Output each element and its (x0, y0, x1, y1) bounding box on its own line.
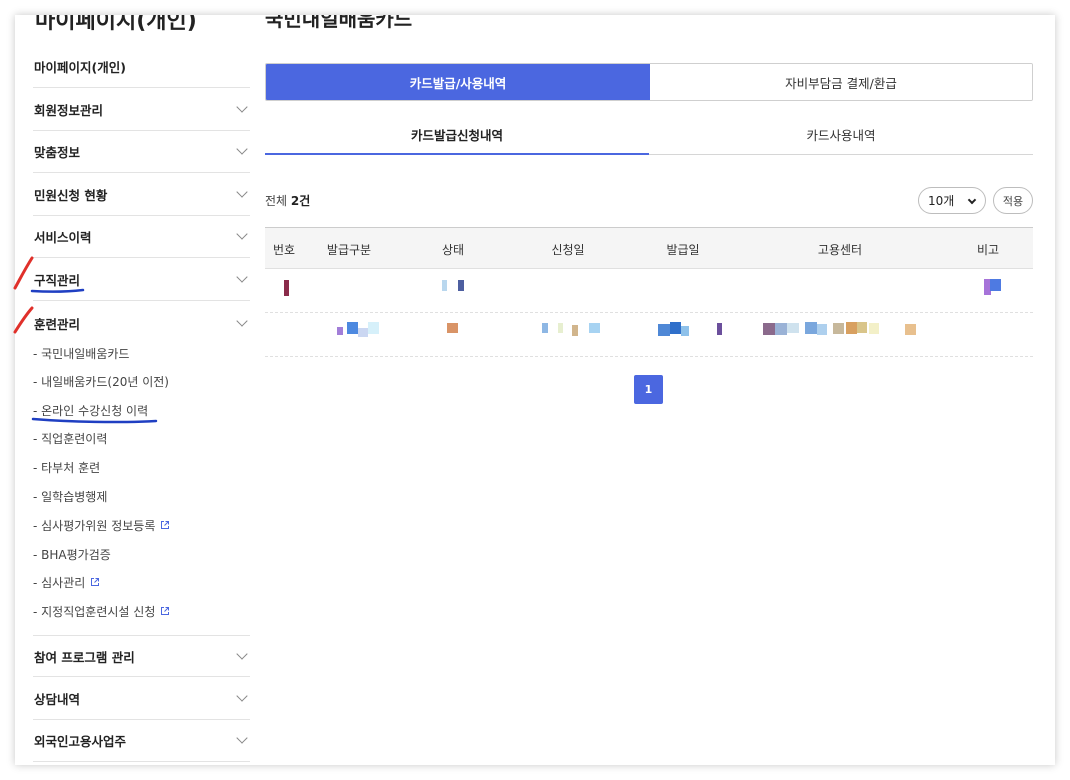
redacted-cell (681, 326, 689, 336)
redacted-cell (717, 323, 722, 335)
redacted-cell (833, 323, 844, 334)
annotation-red-stroke (13, 306, 34, 334)
submenu-item[interactable]: - 일학습병행제 (33, 486, 107, 506)
sidebar-item-custom-info[interactable]: 맞춤정보 (33, 131, 250, 173)
sidebar-item-label: 민원신청 현황 (34, 188, 108, 203)
chevron-down-icon (236, 186, 248, 198)
page-size-select[interactable]: 10개 (918, 187, 986, 214)
redacted-cell (775, 323, 787, 335)
submenu-item[interactable]: - 국민내일배움카드 (33, 343, 129, 363)
submenu-item[interactable]: - 지정직업훈련시설 신청 (33, 601, 170, 621)
subtab-card-usage[interactable]: 카드사용내역 (649, 115, 1033, 154)
redacted-cell (347, 322, 358, 334)
submenu-item[interactable]: - BHA평가검증 (33, 544, 111, 564)
sidebar-item-service-history[interactable]: 서비스이력 (33, 216, 250, 258)
submenu-item[interactable]: - 직업훈련이력 (33, 428, 107, 448)
apply-button[interactable]: 적용 (993, 187, 1033, 214)
tab-self-payment[interactable]: 자비부담금 결제/환급 (650, 64, 1032, 100)
redacted-cell (857, 322, 867, 333)
annotation-blue-underline (31, 417, 158, 424)
redacted-cell (589, 323, 600, 333)
sidebar-item-label: 훈련관리 (34, 316, 81, 332)
submenu-item[interactable]: - 심사평가위원 정보등록 (33, 515, 170, 535)
sidebar-item-label: 상담내역 (34, 692, 81, 707)
external-link-icon (161, 521, 170, 529)
redacted-cell (358, 328, 368, 337)
redacted-cell (787, 323, 799, 333)
redacted-cell (869, 323, 879, 334)
page-frame: 마이페이지(개인) 마이페이지(개인) 회원정보관리 맞춤정보 민원신청 현황 … (15, 15, 1055, 765)
chevron-down-icon (236, 101, 248, 113)
column-header: 비고 (976, 242, 1000, 257)
redacted-cell (284, 280, 289, 296)
main-tabs: 카드발급/사용내역 자비부담금 결제/환급 (265, 63, 1033, 101)
column-header: 발급일 (666, 242, 700, 257)
pagination-current-page[interactable]: 1 (634, 375, 663, 404)
chevron-down-icon (236, 690, 248, 702)
sidebar-item-label: 서비스이력 (34, 230, 92, 245)
annotation-red-stroke (13, 256, 34, 290)
redacted-cell (447, 323, 458, 333)
chevron-down-icon (236, 647, 248, 660)
sidebar-item-label: 마이페이지(개인) (34, 60, 126, 75)
sidebar-item-mypage[interactable]: 마이페이지(개인) (33, 46, 250, 88)
table-row (265, 269, 1033, 313)
redacted-cell (763, 323, 775, 335)
external-link-icon (161, 607, 170, 615)
redacted-cell (368, 322, 379, 334)
sidebar-item-label: 맞춤정보 (34, 145, 81, 160)
submenu-item[interactable]: - 타부처 훈련 (33, 457, 100, 477)
redacted-cell (558, 323, 563, 333)
page-title: 국민내일배움카드 (265, 15, 413, 31)
redacted-cell (990, 279, 1001, 291)
sidebar: 마이페이지(개인) 마이페이지(개인) 회원정보관리 맞춤정보 민원신청 현황 … (33, 15, 250, 765)
sidebar-item-label: 참여 프로그램 관리 (34, 649, 135, 665)
column-header: 고용센터 (817, 242, 863, 257)
annotation-blue-underline (30, 288, 85, 293)
sidebar-item-member-info[interactable]: 회원정보관리 (33, 89, 250, 131)
total-count: 전체 2건 (265, 194, 311, 208)
redacted-cell (670, 322, 681, 334)
column-header: 상태 (441, 242, 465, 257)
redacted-cell (817, 324, 827, 335)
external-link-icon (91, 578, 100, 586)
submenu-item[interactable]: - 내일배움카드(20년 이전) (33, 371, 169, 391)
redacted-cell (572, 325, 578, 336)
column-header: 신청일 (551, 242, 585, 257)
sidebar-item-programs[interactable]: 참여 프로그램 관리 (33, 635, 250, 677)
redacted-cell (542, 323, 548, 333)
chevron-down-icon (236, 314, 248, 327)
tab-card-history[interactable]: 카드발급/사용내역 (266, 64, 650, 100)
table-row (265, 313, 1033, 357)
redacted-cell (337, 327, 343, 335)
chevron-down-icon (967, 195, 977, 205)
redacted-cell (442, 280, 447, 291)
redacted-cell (846, 322, 857, 334)
subtab-card-application[interactable]: 카드발급신청내역 (265, 115, 649, 155)
redacted-cell (905, 324, 916, 335)
sidebar-title: 마이페이지(개인) (35, 15, 197, 34)
redacted-cell (805, 322, 817, 334)
submenu-item[interactable]: - 심사관리 (33, 572, 100, 592)
chevron-down-icon (236, 732, 248, 744)
sidebar-item-label: 회원정보관리 (34, 103, 104, 118)
sidebar-item-consultation[interactable]: 상담내역 (33, 678, 250, 720)
chevron-down-icon (236, 228, 248, 240)
results-table: 번호 발급구분 상태 신청일 발급일 고용센터 비고 (265, 227, 1033, 357)
sidebar-item-foreign-employer[interactable]: 외국인고용사업주 (33, 720, 250, 762)
main-content: 국민내일배움카드 카드발급/사용내역 자비부담금 결제/환급 카드발급신청내역 … (265, 15, 1035, 765)
chevron-down-icon (236, 143, 248, 155)
sidebar-item-civil-status[interactable]: 민원신청 현황 (33, 174, 250, 216)
column-header: 발급구분 (326, 242, 372, 257)
sub-tabs: 카드발급신청내역 카드사용내역 (265, 115, 1033, 155)
sidebar-item-training[interactable]: 훈련관리 (33, 302, 250, 344)
table-header: 번호 발급구분 상태 신청일 발급일 고용센터 비고 (265, 227, 1033, 269)
chevron-down-icon (236, 271, 248, 283)
redacted-cell (658, 324, 670, 336)
column-header: 번호 (272, 242, 296, 257)
redacted-cell (458, 280, 464, 291)
sidebar-item-label: 외국인고용사업주 (34, 734, 127, 749)
